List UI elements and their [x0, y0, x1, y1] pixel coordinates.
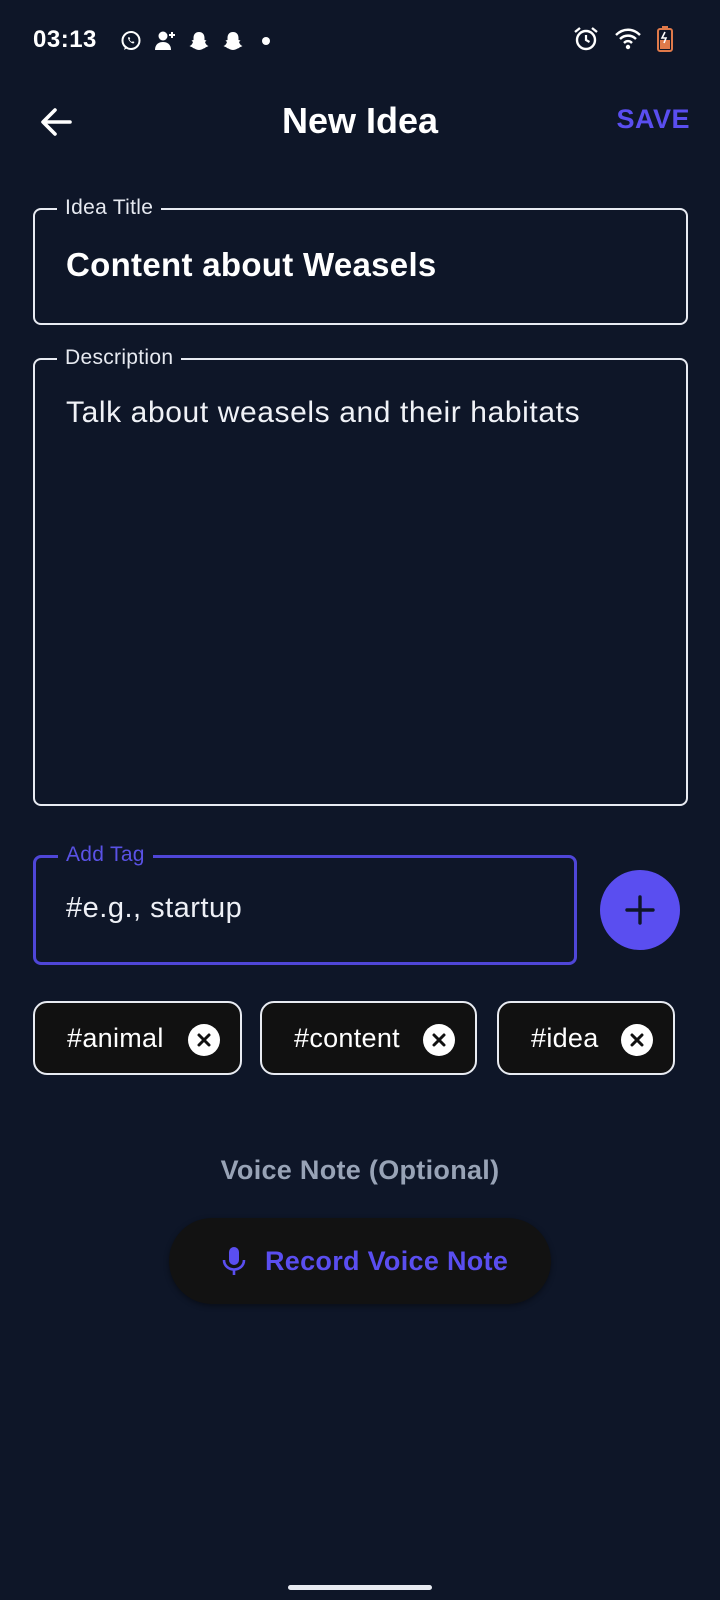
close-icon	[197, 1033, 211, 1047]
tag-chip-label: #content	[294, 1022, 400, 1053]
remove-tag-button[interactable]	[188, 1024, 220, 1056]
snapchat-icon	[220, 28, 246, 54]
record-voice-note-label: Record Voice Note	[265, 1245, 509, 1276]
system-icons	[572, 24, 674, 58]
more-notifications-dot	[262, 37, 270, 45]
tag-chip-idea[interactable]: #idea	[497, 1001, 675, 1075]
voice-note-section-label: Voice Note (Optional)	[220, 1155, 500, 1185]
microphone-icon	[222, 1247, 246, 1275]
status-bar: 03:13	[0, 0, 720, 80]
tag-chip-content[interactable]: #content	[260, 1001, 477, 1075]
description-field[interactable]: Description Talk about weasels and their…	[33, 345, 688, 806]
plus-icon	[625, 895, 655, 925]
idea-title-field[interactable]: Idea Title Content about Weasels	[33, 195, 688, 325]
battery-icon	[656, 25, 674, 58]
remove-tag-button[interactable]	[621, 1024, 653, 1056]
app-bar: New Idea SAVE	[0, 80, 720, 162]
add-tag-button[interactable]	[600, 870, 680, 950]
person-add-icon	[152, 28, 178, 54]
close-icon	[630, 1033, 644, 1047]
close-icon	[432, 1033, 446, 1047]
description-label: Description	[57, 345, 182, 371]
record-voice-note-button[interactable]: Record Voice Note	[169, 1218, 551, 1304]
notification-icons	[118, 26, 270, 56]
alarm-icon	[572, 25, 600, 58]
status-time: 03:13	[33, 26, 97, 53]
save-button[interactable]: SAVE	[616, 104, 690, 135]
add-tag-label: Add Tag	[58, 842, 153, 868]
tag-chip-label: #animal	[67, 1022, 164, 1053]
add-tag-input[interactable]	[66, 892, 536, 925]
tag-chip-animal[interactable]: #animal	[33, 1001, 242, 1075]
idea-title-label: Idea Title	[57, 195, 162, 221]
description-value[interactable]: Talk about weasels and their habitats	[66, 396, 580, 430]
home-indicator[interactable]	[288, 1585, 432, 1590]
new-idea-screen: 03:13 New Idea SAVE Idea Title Content a…	[0, 0, 720, 1600]
page-title: New Idea	[281, 100, 439, 141]
snapchat-icon	[186, 28, 212, 54]
remove-tag-button[interactable]	[423, 1024, 455, 1056]
wifi-icon	[614, 26, 642, 57]
tag-chip-label: #idea	[531, 1022, 599, 1053]
idea-title-value[interactable]: Content about Weasels	[66, 246, 437, 284]
add-tag-field[interactable]: Add Tag	[33, 842, 577, 965]
whatsapp-icon	[118, 28, 144, 54]
